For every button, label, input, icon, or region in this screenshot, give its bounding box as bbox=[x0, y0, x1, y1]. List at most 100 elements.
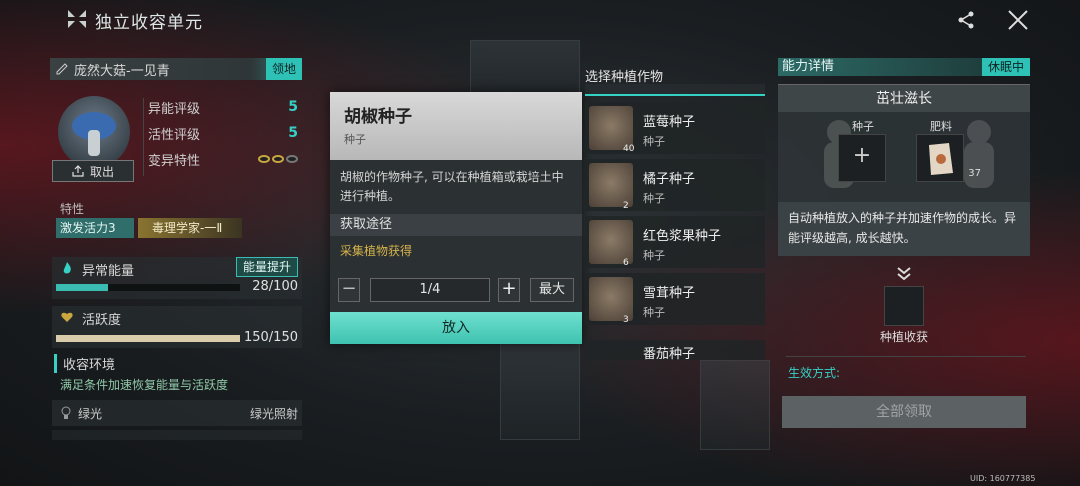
seed-item-name: 橘子种子 bbox=[643, 172, 696, 187]
fertilizer-bag-icon bbox=[929, 143, 953, 175]
energy-value: 28/100 bbox=[252, 279, 298, 294]
env-row: 绿光 绿光照射 bbox=[52, 400, 302, 426]
flame-icon bbox=[63, 262, 71, 274]
activity-label: 活跃度 bbox=[82, 313, 122, 328]
seed-item-name: 红色浆果种子 bbox=[643, 229, 722, 244]
seed-slot-label: 种子 bbox=[852, 120, 874, 133]
seed-count: 2 bbox=[623, 201, 629, 211]
increase-button[interactable]: + bbox=[498, 278, 520, 302]
seed-item-type: 种子 bbox=[643, 192, 665, 205]
mutation-indicators[interactable] bbox=[258, 155, 298, 163]
seed-slot[interactable] bbox=[838, 134, 886, 182]
activity-bar bbox=[56, 335, 240, 342]
specimen-name-bar[interactable]: 庞然大菇-一见青 领地 bbox=[50, 58, 302, 80]
list-item[interactable]: 2 橘子种子 种子 bbox=[585, 159, 765, 211]
stat-row: 活性评级 5 bbox=[148, 120, 298, 146]
stat-label: 异能评级 bbox=[148, 101, 201, 117]
chevron-down-icon bbox=[897, 267, 911, 281]
source-value: 采集植物获得 bbox=[340, 244, 413, 258]
stat-label: 变异特性 bbox=[148, 153, 201, 169]
share-icon[interactable] bbox=[956, 10, 976, 30]
quantity-value[interactable]: 1/4 bbox=[370, 278, 490, 302]
export-icon bbox=[72, 165, 84, 177]
trait-badge[interactable]: 毒理学家-一Ⅱ bbox=[138, 218, 242, 238]
seed-item-name: 雪茸种子 bbox=[643, 286, 696, 301]
specimen-name: 庞然大菇-一见青 bbox=[74, 63, 170, 79]
stat-row: 变异特性 bbox=[148, 146, 298, 172]
list-item[interactable]: 6 红色浆果种子 种子 bbox=[585, 216, 765, 268]
seed-bag-icon: 40 bbox=[589, 106, 634, 154]
popup-header: 胡椒种子 种子 bbox=[330, 92, 582, 160]
stats-list: 异能评级 5 活性评级 5 变异特性 bbox=[148, 94, 298, 172]
seed-item-name: 番茄种子 bbox=[643, 347, 696, 360]
unit-logo-icon bbox=[68, 10, 86, 28]
take-out-label: 取出 bbox=[89, 164, 114, 179]
env-desc: 满足条件加速恢复能量与活跃度 bbox=[60, 378, 229, 392]
list-item[interactable]: 番茄种子 bbox=[585, 340, 765, 360]
env-title: 收容环境 bbox=[54, 354, 115, 373]
env-row-cut bbox=[52, 430, 302, 440]
seed-item-type: 种子 bbox=[643, 249, 665, 262]
energy-bar bbox=[56, 284, 240, 291]
list-item[interactable]: 40 蓝莓种子 种子 bbox=[585, 102, 765, 154]
env-value: 绿光照射 bbox=[249, 407, 298, 421]
trait-badge[interactable]: 激发活力3 bbox=[56, 218, 134, 238]
seed-name: 胡椒种子 bbox=[344, 107, 412, 127]
stat-row: 异能评级 5 bbox=[148, 94, 298, 120]
eye-icon bbox=[258, 155, 270, 163]
mushroom-icon bbox=[72, 112, 116, 156]
page-title: 独立收容单元 bbox=[95, 13, 203, 33]
energy-block: 异常能量 能量提升 28/100 bbox=[52, 257, 302, 299]
specimen-panel: 庞然大菇-一见青 领地 取出 异能评级 5 活性评级 5 变异特性 特性 激发活… bbox=[50, 58, 302, 440]
quantity-stepper: − 1/4 + 最大 bbox=[338, 278, 574, 302]
scene-crate bbox=[700, 360, 770, 450]
specimen-portrait bbox=[58, 96, 130, 168]
ability-name: 茁壮滋长 bbox=[778, 84, 1030, 112]
stat-value: 5 bbox=[288, 125, 298, 141]
fertilizer-count: 37 bbox=[968, 168, 981, 179]
edit-icon[interactable] bbox=[56, 63, 68, 75]
activity-value: 150/150 bbox=[243, 330, 298, 345]
stat-label: 活性评级 bbox=[148, 127, 201, 143]
heart-icon bbox=[61, 312, 73, 322]
traits-label: 特性 bbox=[60, 202, 85, 216]
take-out-button[interactable]: 取出 bbox=[52, 160, 134, 182]
seed-description: 胡椒的作物种子, 可以在种植箱或栽培土中进行种植。 bbox=[340, 170, 564, 203]
seed-bag-icon: 3 bbox=[589, 277, 633, 325]
scene-crate bbox=[500, 330, 580, 440]
seed-item-type: 种子 bbox=[643, 306, 665, 319]
status-badge: 休眠中 bbox=[981, 58, 1030, 76]
ability-panel: 能力详情 休眠中 茁壮滋长 种子 肥料 37 自动种植放入的种子并加速作物的成长… bbox=[778, 58, 1030, 428]
seed-item-type: 种子 bbox=[643, 135, 665, 148]
max-button[interactable]: 最大 bbox=[530, 278, 574, 302]
energy-boost-button[interactable]: 能量提升 bbox=[235, 257, 298, 277]
claim-all-button[interactable]: 全部领取 bbox=[782, 396, 1026, 428]
seed-item-name: 蓝莓种子 bbox=[643, 115, 696, 130]
put-in-button[interactable]: 放入 bbox=[330, 312, 582, 344]
scene-crate bbox=[470, 40, 580, 100]
top-bar: 独立收容单元 bbox=[0, 0, 1080, 40]
close-icon[interactable] bbox=[1006, 8, 1030, 32]
ability-slots: 种子 肥料 37 bbox=[778, 112, 1030, 202]
seed-list: 40 蓝莓种子 种子 2 橘子种子 种子 6 红色浆果种子 种子 3 雪茸种子 … bbox=[585, 102, 765, 330]
ability-description: 自动种植放入的种子并加速作物的成长。异能评级越高, 成长越快。 bbox=[778, 202, 1030, 256]
eye-icon bbox=[272, 155, 284, 163]
ability-title: 能力详情 bbox=[782, 59, 835, 74]
decrease-button[interactable]: − bbox=[338, 278, 360, 302]
harvest-slot[interactable] bbox=[884, 286, 924, 326]
bear-silhouette-icon bbox=[964, 120, 994, 188]
seed-count: 3 bbox=[623, 315, 629, 325]
stat-value: 5 bbox=[288, 99, 298, 115]
seed-type: 种子 bbox=[344, 133, 366, 146]
eye-icon bbox=[286, 155, 298, 163]
seed-bag-icon: 2 bbox=[589, 163, 633, 211]
divider bbox=[786, 356, 1026, 357]
bulb-icon bbox=[61, 406, 71, 419]
seed-bag-icon: 6 bbox=[589, 220, 633, 268]
fertilizer-slot[interactable]: 37 bbox=[916, 134, 981, 182]
list-item[interactable]: 3 雪茸种子 种子 bbox=[585, 273, 765, 325]
seed-count: 40 bbox=[623, 144, 635, 154]
seed-detail-popup: 胡椒种子 种子 胡椒的作物种子, 可以在种植箱或栽培土中进行种植。 获取途径 采… bbox=[330, 92, 582, 344]
harvest-label: 种植收获 bbox=[879, 330, 928, 344]
effect-label: 生效方式: bbox=[788, 366, 841, 380]
